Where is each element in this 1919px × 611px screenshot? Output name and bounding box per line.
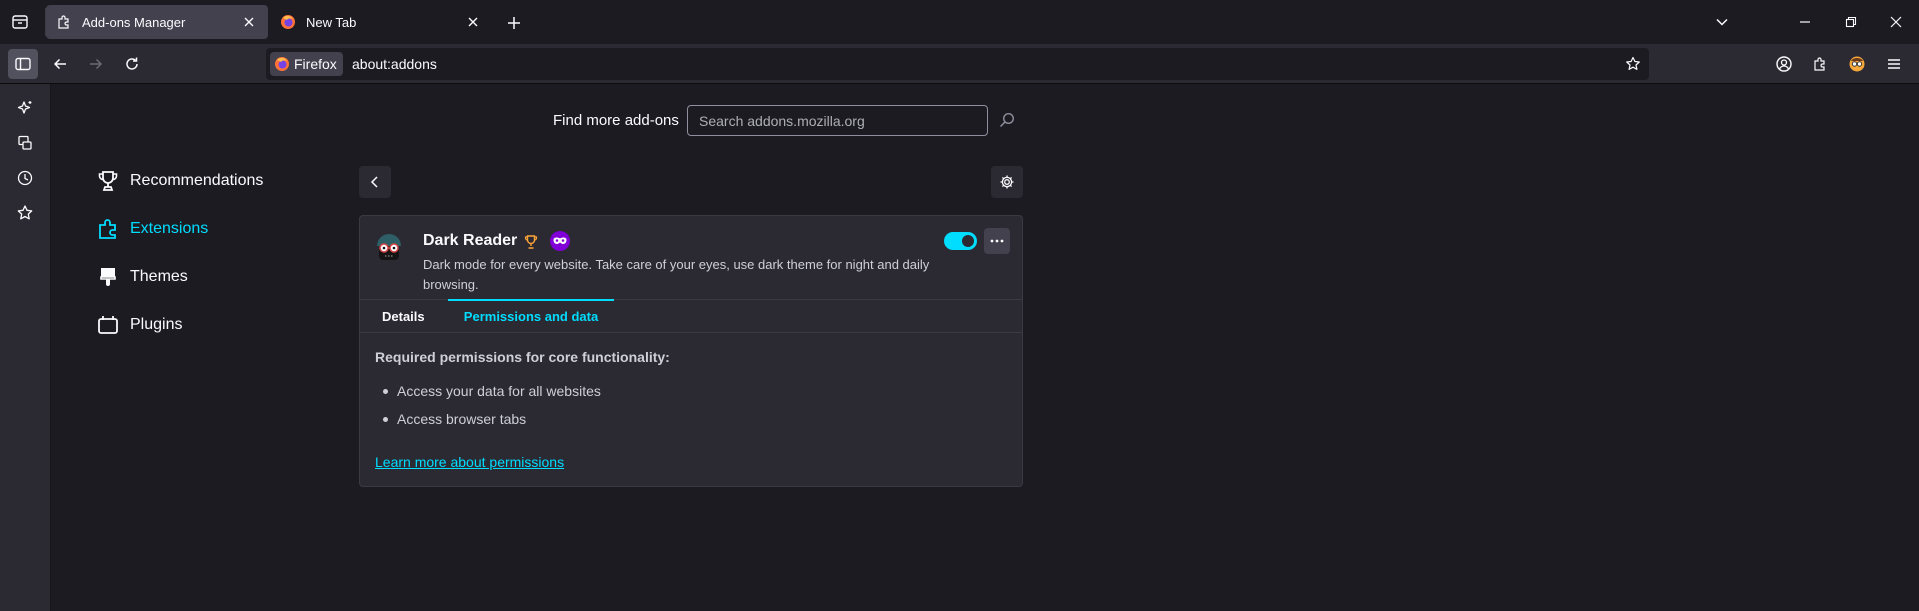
close-tab-icon[interactable] (240, 13, 258, 31)
minimize-icon[interactable] (1793, 10, 1817, 34)
back-chevron-icon[interactable] (359, 166, 391, 198)
firefox-icon (280, 14, 296, 30)
hamburger-menu-icon[interactable] (1879, 49, 1909, 79)
ai-sparkle-icon[interactable] (14, 97, 36, 119)
list-all-tabs-chevron-icon[interactable] (1710, 10, 1734, 34)
category-label: Themes (130, 268, 188, 285)
forward-arrow-icon[interactable] (81, 49, 111, 79)
synced-tabs-icon[interactable] (14, 132, 36, 154)
dark-reader-extension-icon[interactable] (1842, 49, 1872, 79)
bullet (383, 389, 388, 394)
sidebar-launcher (0, 84, 51, 611)
puzzle-icon (56, 14, 72, 30)
addon-description: Dark mode for every website. Take care o… (423, 257, 930, 292)
addons-search-input[interactable] (687, 105, 988, 136)
navigation-toolbar: Firefox about:addons (0, 44, 1919, 84)
permission-item: Access browser tabs (383, 411, 601, 439)
toggle-knob (962, 235, 974, 247)
tab-title: Add-ons Manager (82, 14, 186, 30)
tab-title: New Tab (306, 14, 357, 30)
category-label: Recommendations (130, 172, 264, 189)
tab-permissions-and-data[interactable]: Permissions and data (448, 299, 614, 331)
history-clock-icon[interactable] (14, 167, 36, 189)
permissions-heading: Required permissions for core functional… (375, 349, 670, 365)
category-plugins[interactable]: Plugins (95, 307, 182, 343)
learn-more-permissions-link[interactable]: Learn more about permissions (375, 454, 564, 470)
bookmark-star-icon[interactable] (1623, 54, 1643, 74)
tab-strip: Add-ons Manager New Tab (0, 0, 1919, 44)
restore-icon[interactable] (1839, 10, 1863, 34)
tab-details[interactable]: Details (382, 300, 425, 332)
addon-card: Dark Reader Dark mode for every website.… (359, 215, 1023, 487)
firefox-view-icon[interactable] (8, 10, 32, 34)
addons-manager-page: Find more add-ons Recommendations Extens… (51, 84, 1919, 611)
sidebar-toggle-icon[interactable] (8, 49, 38, 79)
identity-label: Firefox (294, 56, 337, 72)
recommended-badge-icon[interactable] (522, 233, 540, 251)
category-label: Plugins (130, 316, 183, 333)
puzzle-icon (95, 216, 121, 242)
permission-text: Access browser tabs (397, 411, 527, 427)
brush-icon (95, 264, 121, 290)
tab-addons-manager[interactable]: Add-ons Manager (46, 5, 268, 39)
bullet (383, 417, 388, 422)
reload-icon[interactable] (117, 49, 147, 79)
addon-name: Dark Reader (423, 232, 518, 249)
trophy-icon (95, 168, 121, 194)
category-themes[interactable]: Themes (95, 259, 188, 295)
search-icon[interactable] (997, 110, 1017, 130)
permissions-list: Access your data for all websites Access… (383, 383, 601, 439)
url-bar[interactable]: Firefox about:addons (266, 48, 1649, 80)
more-options-icon[interactable] (984, 228, 1010, 254)
identity-box[interactable]: Firefox (270, 52, 343, 76)
category-recommendations[interactable]: Recommendations (95, 163, 263, 199)
firefox-icon (274, 56, 290, 72)
addon-detail-tabs: Details Permissions and data (360, 299, 1022, 333)
account-icon[interactable] (1769, 49, 1799, 79)
permission-item: Access your data for all websites (383, 383, 601, 411)
extensions-puzzle-icon[interactable] (1805, 49, 1835, 79)
private-browsing-badge-icon[interactable] (549, 230, 571, 252)
tab-new-tab[interactable]: New Tab (270, 5, 492, 39)
close-window-icon[interactable] (1884, 10, 1908, 34)
new-tab-plus-icon[interactable] (503, 12, 525, 34)
addon-enable-toggle[interactable] (944, 232, 977, 250)
plugin-icon (95, 312, 121, 338)
category-label: Extensions (130, 220, 209, 237)
gear-icon[interactable] (991, 166, 1023, 198)
bookmarks-star-icon[interactable] (14, 202, 36, 224)
back-arrow-icon[interactable] (45, 49, 75, 79)
dark-reader-logo-icon (373, 232, 405, 264)
url-text[interactable]: about:addons (352, 56, 437, 72)
permission-text: Access your data for all websites (397, 383, 601, 399)
close-tab-icon[interactable] (464, 13, 482, 31)
category-extensions[interactable]: Extensions (95, 211, 208, 247)
find-addons-label: Find more add-ons (553, 112, 679, 129)
